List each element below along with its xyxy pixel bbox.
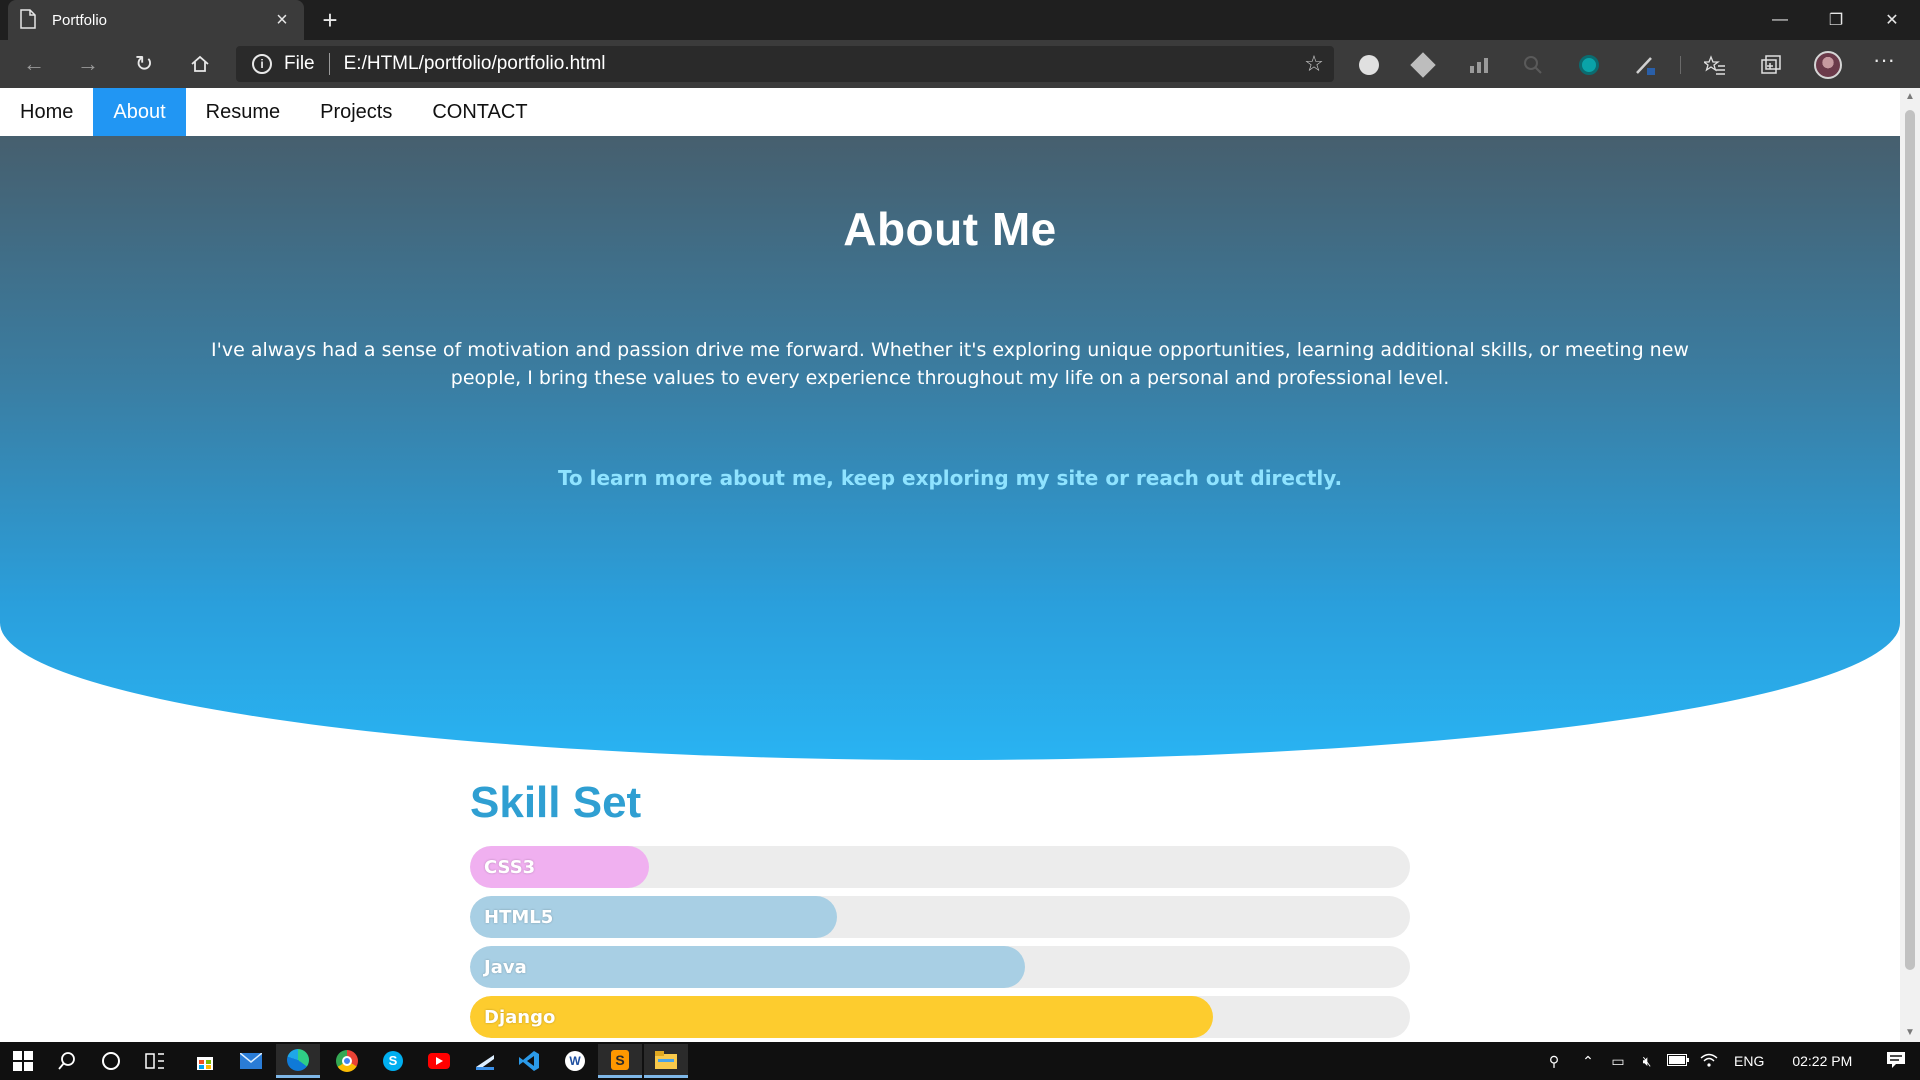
scrollbar-thumb[interactable]	[1905, 110, 1915, 970]
task-view-icon[interactable]	[140, 1046, 170, 1076]
scroll-up-icon[interactable]: ▲	[1900, 88, 1920, 106]
battery-icon[interactable]	[1662, 1053, 1694, 1069]
info-icon[interactable]: i	[252, 54, 272, 74]
meet-now-icon[interactable]: ▭	[1604, 1053, 1632, 1070]
edge-browser-icon[interactable]	[276, 1044, 320, 1078]
browser-toolbar: ← → ↻ i File E:/HTML/portfolio/portfolio…	[0, 40, 1920, 88]
collections-icon[interactable]	[1758, 52, 1784, 78]
windows-taskbar: S W S ⚲ ⌃ ▭ 🔇︎ ENG 02:22 PM	[0, 1042, 1920, 1080]
sublime-text-icon[interactable]: S	[598, 1044, 642, 1078]
star-icon[interactable]: ☆	[1294, 51, 1334, 77]
skill-bar-css3: CSS3	[470, 846, 1410, 888]
close-window-button[interactable]: ✕	[1864, 0, 1920, 40]
address-divider	[328, 53, 330, 75]
people-icon[interactable]: ⚲	[1540, 1053, 1568, 1070]
clock[interactable]: 02:22 PM	[1792, 1053, 1852, 1069]
windows-start-icon[interactable]	[8, 1046, 38, 1076]
skill-set-section: Skill Set CSS3 HTML5 Java Django	[470, 778, 1410, 1042]
window-controls: — ❐ ✕	[1752, 0, 1920, 40]
vscode-icon[interactable]	[514, 1046, 544, 1076]
skill-fill: Django	[470, 996, 1213, 1038]
nav-about[interactable]: About	[93, 88, 186, 136]
app-drawing-icon[interactable]	[470, 1046, 500, 1076]
about-title: About Me	[843, 203, 1057, 255]
system-tray: ⚲ ⌃ ▭ 🔇︎ ENG 02:22 PM	[1540, 1042, 1908, 1080]
volume-muted-icon[interactable]: 🔇︎	[1632, 1053, 1662, 1070]
skype-icon[interactable]: S	[378, 1046, 408, 1076]
skill-bar-django: Django	[470, 996, 1410, 1038]
file-explorer-icon[interactable]	[644, 1044, 688, 1078]
page-viewport: Home About Resume Projects CONTACT About…	[0, 88, 1900, 1042]
profile-avatar[interactable]	[1814, 51, 1842, 79]
nav-projects[interactable]: Projects	[300, 88, 412, 136]
restore-button[interactable]: ❐	[1808, 0, 1864, 40]
back-arrow-icon[interactable]: ←	[14, 48, 54, 80]
home-icon[interactable]	[180, 48, 220, 80]
skill-set-title: Skill Set	[470, 778, 642, 827]
extension-pen-icon[interactable]	[1632, 52, 1658, 78]
language-indicator[interactable]: ENG	[1734, 1053, 1764, 1069]
chrome-icon[interactable]	[332, 1046, 362, 1076]
file-label: File	[284, 53, 315, 74]
page-icon	[20, 9, 38, 31]
tab-title: Portfolio	[52, 11, 108, 29]
refresh-icon[interactable]: ↻	[124, 48, 164, 80]
notifications-icon[interactable]	[1884, 1051, 1908, 1072]
new-tab-button[interactable]: +	[316, 6, 344, 34]
extension-circle-icon[interactable]	[1356, 52, 1382, 78]
chevron-up-icon[interactable]: ⌃	[1572, 1053, 1604, 1070]
site-navbar: Home About Resume Projects CONTACT	[0, 88, 1900, 136]
extension-search-icon[interactable]	[1520, 52, 1546, 78]
more-options-icon[interactable]: ···	[1868, 49, 1900, 78]
nav-home[interactable]: Home	[0, 88, 93, 136]
store-icon[interactable]	[190, 1046, 220, 1076]
address-bar[interactable]: i File E:/HTML/portfolio/portfolio.html …	[236, 46, 1334, 82]
nav-resume[interactable]: Resume	[186, 88, 300, 136]
skill-fill: Java	[470, 946, 1025, 988]
word-app-icon[interactable]: W	[560, 1046, 590, 1076]
skill-bar-java: Java	[470, 946, 1410, 988]
browser-tab-bar: Portfolio × + — ❐ ✕	[0, 0, 1920, 40]
cortana-icon[interactable]	[96, 1046, 126, 1076]
close-tab-icon[interactable]: ×	[272, 10, 292, 30]
mail-icon[interactable]	[236, 1046, 266, 1076]
browser-tab[interactable]: Portfolio ×	[8, 0, 304, 40]
about-hero: About Me I've always had a sense of moti…	[0, 136, 1900, 760]
youtube-icon[interactable]	[424, 1046, 454, 1076]
extension-chart-icon[interactable]	[1466, 52, 1492, 78]
wifi-icon[interactable]	[1694, 1053, 1724, 1070]
skill-label: Java	[484, 956, 527, 978]
skill-label: CSS3	[484, 856, 536, 878]
skill-fill: CSS3	[470, 846, 649, 888]
nav-contact[interactable]: CONTACT	[412, 88, 547, 136]
extension-target-icon[interactable]	[1576, 52, 1602, 78]
skill-fill: HTML5	[470, 896, 837, 938]
minimize-button[interactable]: —	[1752, 0, 1808, 40]
url-text[interactable]: E:/HTML/portfolio/portfolio.html	[344, 53, 1294, 75]
about-cta: To learn more about me, keep exploring m…	[557, 466, 1343, 490]
about-bio: I've always had a sense of motivation an…	[211, 339, 1689, 389]
skill-label: HTML5	[484, 906, 554, 928]
forward-arrow-icon[interactable]: →	[68, 48, 108, 80]
page-scrollbar[interactable]: ▲ ▼	[1900, 88, 1920, 1042]
toolbar-separator	[1680, 56, 1681, 74]
skill-bar-html5: HTML5	[470, 896, 1410, 938]
extension-cube-icon[interactable]	[1410, 52, 1436, 78]
scroll-down-icon[interactable]: ▼	[1900, 1024, 1920, 1042]
search-icon[interactable]	[52, 1046, 82, 1076]
favorites-icon[interactable]	[1702, 52, 1728, 78]
skill-label: Django	[484, 1006, 556, 1028]
